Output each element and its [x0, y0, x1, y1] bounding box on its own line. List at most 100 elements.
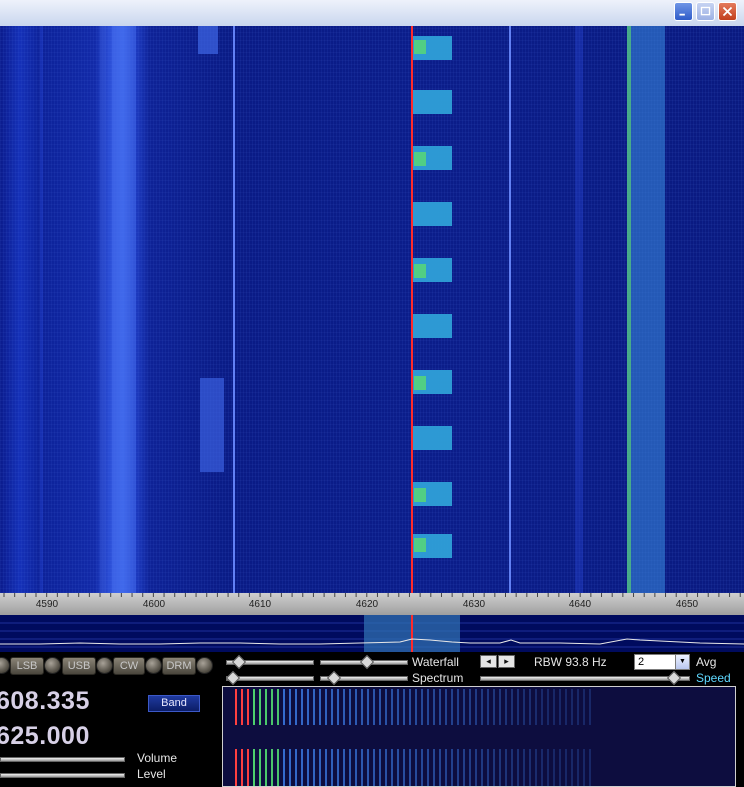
spectrum-bar [331, 749, 333, 786]
level-slider[interactable] [0, 773, 125, 778]
minimize-button[interactable] [674, 2, 693, 21]
chevron-down-icon[interactable]: ▼ [675, 655, 689, 669]
spectrum-display[interactable] [0, 615, 744, 652]
frequency-readout-2[interactable]: 625.000 [0, 722, 90, 751]
spectrum-bar [583, 689, 585, 725]
spectrum-bar [403, 689, 405, 725]
spectrum-bar [235, 749, 237, 786]
minimize-icon [679, 13, 685, 16]
spectrum-bar [241, 749, 243, 786]
volume-label: Volume [137, 751, 178, 765]
spectrum-bar [451, 749, 453, 786]
spectrum-bar [571, 749, 573, 786]
spectrum-bar [451, 689, 453, 725]
spectrum-bar [577, 749, 579, 786]
spectrum-bar [289, 689, 291, 725]
spectrum-bar [469, 749, 471, 786]
spectrum-bar [337, 749, 339, 786]
tick-label: 4610 [248, 599, 272, 610]
spectrum-bar [583, 749, 585, 786]
mode-button-usb[interactable]: USB [62, 657, 96, 675]
spectrum-bar [265, 689, 267, 725]
spectrum-bar [433, 749, 435, 786]
rbw-label: RBW 93.8 Hz [534, 655, 607, 669]
spectrum-bar [517, 689, 519, 725]
spectrum-bar [343, 689, 345, 725]
spectrum-bar [541, 749, 543, 786]
spectrum-bar [235, 689, 237, 725]
spectrum-bar [511, 689, 513, 725]
band-button[interactable]: Band [148, 695, 200, 712]
maximize-button[interactable] [696, 2, 715, 21]
spectrum-bar [253, 749, 255, 786]
spectrum-bar [373, 749, 375, 786]
knob-icon[interactable] [44, 657, 61, 674]
spectrum-bar [505, 749, 507, 786]
knob-icon[interactable] [145, 657, 162, 674]
spectrum-bar [349, 689, 351, 725]
spectrum-bar [271, 749, 273, 786]
tick-label: 4590 [35, 599, 59, 610]
spectrum-bar [253, 689, 255, 725]
spectrum-bar [355, 749, 357, 786]
volume-slider[interactable] [0, 757, 125, 762]
waterfall-signals [40, 26, 665, 593]
spectrum-bar [289, 749, 291, 786]
rbw-right-arrow[interactable]: ▸ [498, 655, 515, 668]
frequency-scale[interactable]: 4590 4600 4610 4620 4630 4640 4650 [0, 593, 744, 615]
slider-thumb[interactable] [359, 654, 375, 670]
spectrum-bar [547, 689, 549, 725]
secondary-spectrum-bars [235, 689, 591, 786]
spectrum-bar [487, 689, 489, 725]
spectrum-bar [493, 749, 495, 786]
mode-button-lsb[interactable]: LSB [10, 657, 44, 675]
knob-icon[interactable] [0, 657, 10, 674]
spectrum-bar [589, 689, 591, 725]
spectrum-bar [577, 689, 579, 725]
spectrum-bar [523, 689, 525, 725]
spectrum-bar [307, 689, 309, 725]
spectrum-bar [259, 749, 261, 786]
spectrum-bar [481, 689, 483, 725]
spectrum-bar [415, 749, 417, 786]
spectrum-bar [307, 749, 309, 786]
slider-thumb[interactable] [231, 654, 247, 670]
spectrum-bar [325, 689, 327, 725]
spectrum-bar [475, 689, 477, 725]
slider-thumb[interactable] [225, 670, 241, 686]
spectrum-bar [427, 689, 429, 725]
waterfall-label: Waterfall [412, 655, 459, 669]
spectrum-bar [319, 689, 321, 725]
spectrum-bar [457, 749, 459, 786]
slider-thumb[interactable] [666, 670, 682, 686]
spectrum-bar [325, 749, 327, 786]
avg-select[interactable]: 2 ▼ [634, 654, 690, 670]
frequency-readout-1[interactable]: 608.335 [0, 687, 90, 716]
title-bar [0, 0, 744, 26]
spectrum-bar [541, 689, 543, 725]
spectrum-bar [391, 749, 393, 786]
spectrum-bar [499, 749, 501, 786]
knob-icon[interactable] [196, 657, 213, 674]
spectrum-bar [457, 689, 459, 725]
speed-slider[interactable] [480, 676, 690, 681]
spectrum-bar [301, 689, 303, 725]
spectrum-bar [487, 749, 489, 786]
spectrum-bar [529, 749, 531, 786]
tick-label: 4630 [462, 599, 486, 610]
spectrum-bar [397, 689, 399, 725]
knob-icon[interactable] [96, 657, 113, 674]
spectrum-bar [511, 749, 513, 786]
close-button[interactable] [718, 2, 737, 21]
spectrum-bar [349, 749, 351, 786]
mode-button-cw[interactable]: CW [113, 657, 145, 675]
spectrum-bar [553, 749, 555, 786]
secondary-spectrum[interactable] [222, 686, 736, 787]
slider-thumb[interactable] [326, 670, 342, 686]
spectrum-bar [385, 689, 387, 725]
mode-button-drm[interactable]: DRM [162, 657, 196, 675]
spectrum-bar [319, 749, 321, 786]
spectrum-bar [463, 749, 465, 786]
rbw-left-arrow[interactable]: ◂ [480, 655, 497, 668]
waterfall-display[interactable] [0, 26, 744, 593]
